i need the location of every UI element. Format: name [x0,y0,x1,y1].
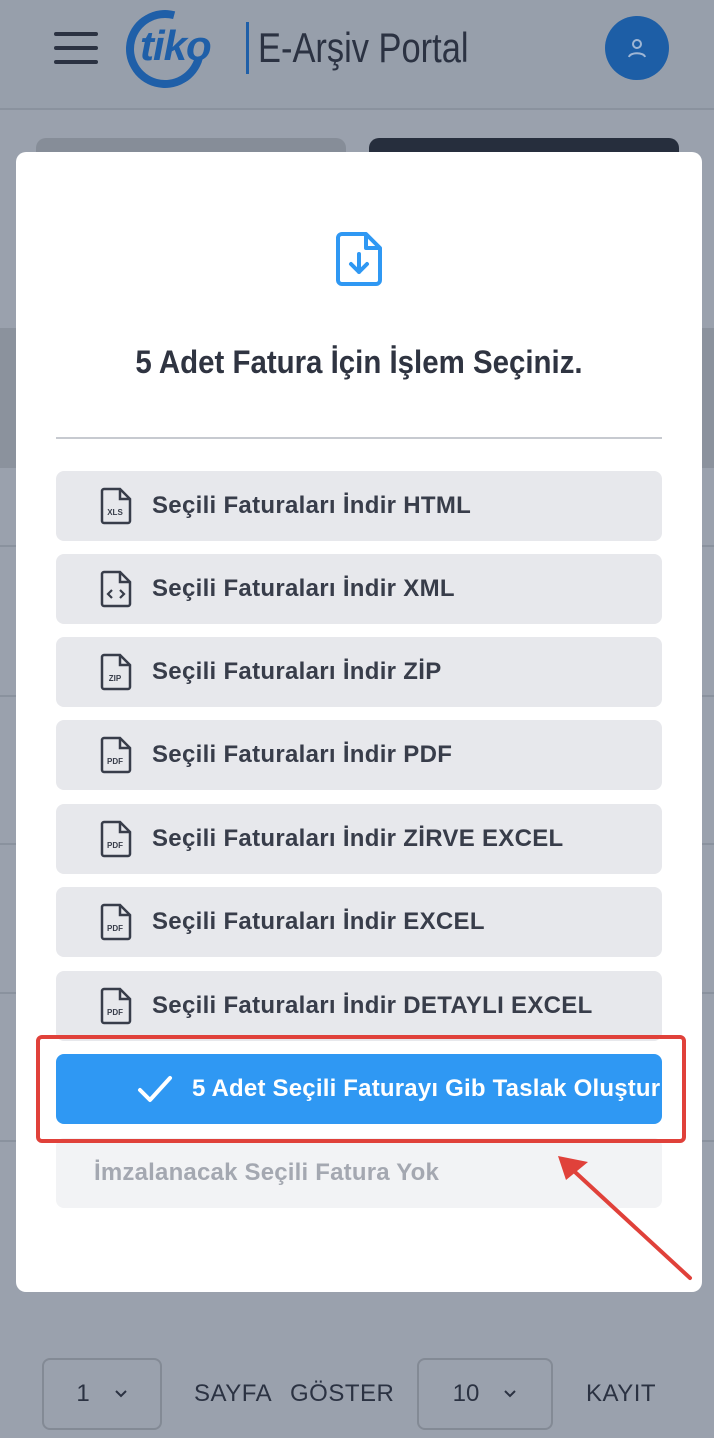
download-zip-option[interactable]: ZIP Seçili Faturaları İndir ZİP [56,637,662,707]
pagination-bar: 1 SAYFA GÖSTER 10 KAYIT [0,1358,714,1430]
hamburger-icon[interactable] [54,32,98,66]
pdf-file-icon: PDF [100,820,132,858]
action-modal: 5 Adet Fatura İçin İşlem Seçiniz. XLS Se… [16,152,702,1292]
xls-file-icon: XLS [100,487,132,525]
download-html-option[interactable]: XLS Seçili Faturaları İndir HTML [56,471,662,541]
svg-text:PDF: PDF [107,841,123,850]
logo-brand: tiko [140,22,212,69]
show-label: GÖSTER [290,1380,395,1407]
option-label: Seçili Faturaları İndir ZİP [152,658,442,685]
pdf-file-icon: PDF [100,903,132,941]
zip-file-icon: ZIP [100,653,132,691]
svg-text:XLS: XLS [107,508,123,517]
disabled-action-label: İmzalanacak Seçili Fatura Yok [94,1159,440,1186]
chevron-down-icon [504,1390,517,1398]
svg-text:ZIP: ZIP [109,674,122,683]
download-pdf-option[interactable]: PDF Seçili Faturaları İndir PDF [56,720,662,790]
option-label: Seçili Faturaları İndir HTML [152,492,472,519]
code-file-icon [100,570,132,608]
download-zirve-excel-option[interactable]: PDF Seçili Faturaları İndir ZİRVE EXCEL [56,804,662,874]
option-label: Seçili Faturaları İndir PDF [152,741,453,768]
svg-text:PDF: PDF [107,924,123,933]
page-label: SAYFA [194,1380,273,1407]
create-gib-draft-button[interactable]: 5 Adet Seçili Faturayı Gib Taslak Oluştu… [56,1054,662,1124]
checkmark-icon [138,1076,172,1102]
option-label: Seçili Faturaları İndir EXCEL [152,908,485,935]
records-select[interactable]: 10 [417,1358,553,1430]
option-label: Seçili Faturaları İndir XML [152,575,455,602]
page-select-value: 1 [76,1380,90,1407]
divider [56,437,662,439]
option-label: Seçili Faturaları İndir DETAYLI EXCEL [152,992,593,1019]
app-header: tiko E-Arşiv Portal [0,0,714,110]
option-label: Seçili Faturaları İndir ZİRVE EXCEL [152,825,564,852]
records-select-value: 10 [452,1380,480,1407]
page-select[interactable]: 1 [42,1358,162,1430]
primary-action-label: 5 Adet Seçili Faturayı Gib Taslak Oluştu… [192,1075,661,1102]
download-detailed-excel-option[interactable]: PDF Seçili Faturaları İndir DETAYLI EXCE… [56,971,662,1041]
pdf-file-icon: PDF [100,987,132,1025]
download-excel-option[interactable]: PDF Seçili Faturaları İndir EXCEL [56,887,662,957]
user-icon[interactable] [605,16,669,80]
modal-title: 5 Adet Fatura İçin İşlem Seçiniz. [135,344,583,380]
svg-text:PDF: PDF [107,757,123,766]
file-download-icon [336,232,382,286]
sign-invoices-button-disabled: İmzalanacak Seçili Fatura Yok [56,1138,662,1208]
records-label: KAYIT [586,1380,657,1407]
chevron-down-icon [114,1390,127,1398]
logo-title: E-Arşiv Portal [258,24,469,71]
svg-text:PDF: PDF [107,1008,123,1017]
download-xml-option[interactable]: Seçili Faturaları İndir XML [56,554,662,624]
pdf-file-icon: PDF [100,736,132,774]
